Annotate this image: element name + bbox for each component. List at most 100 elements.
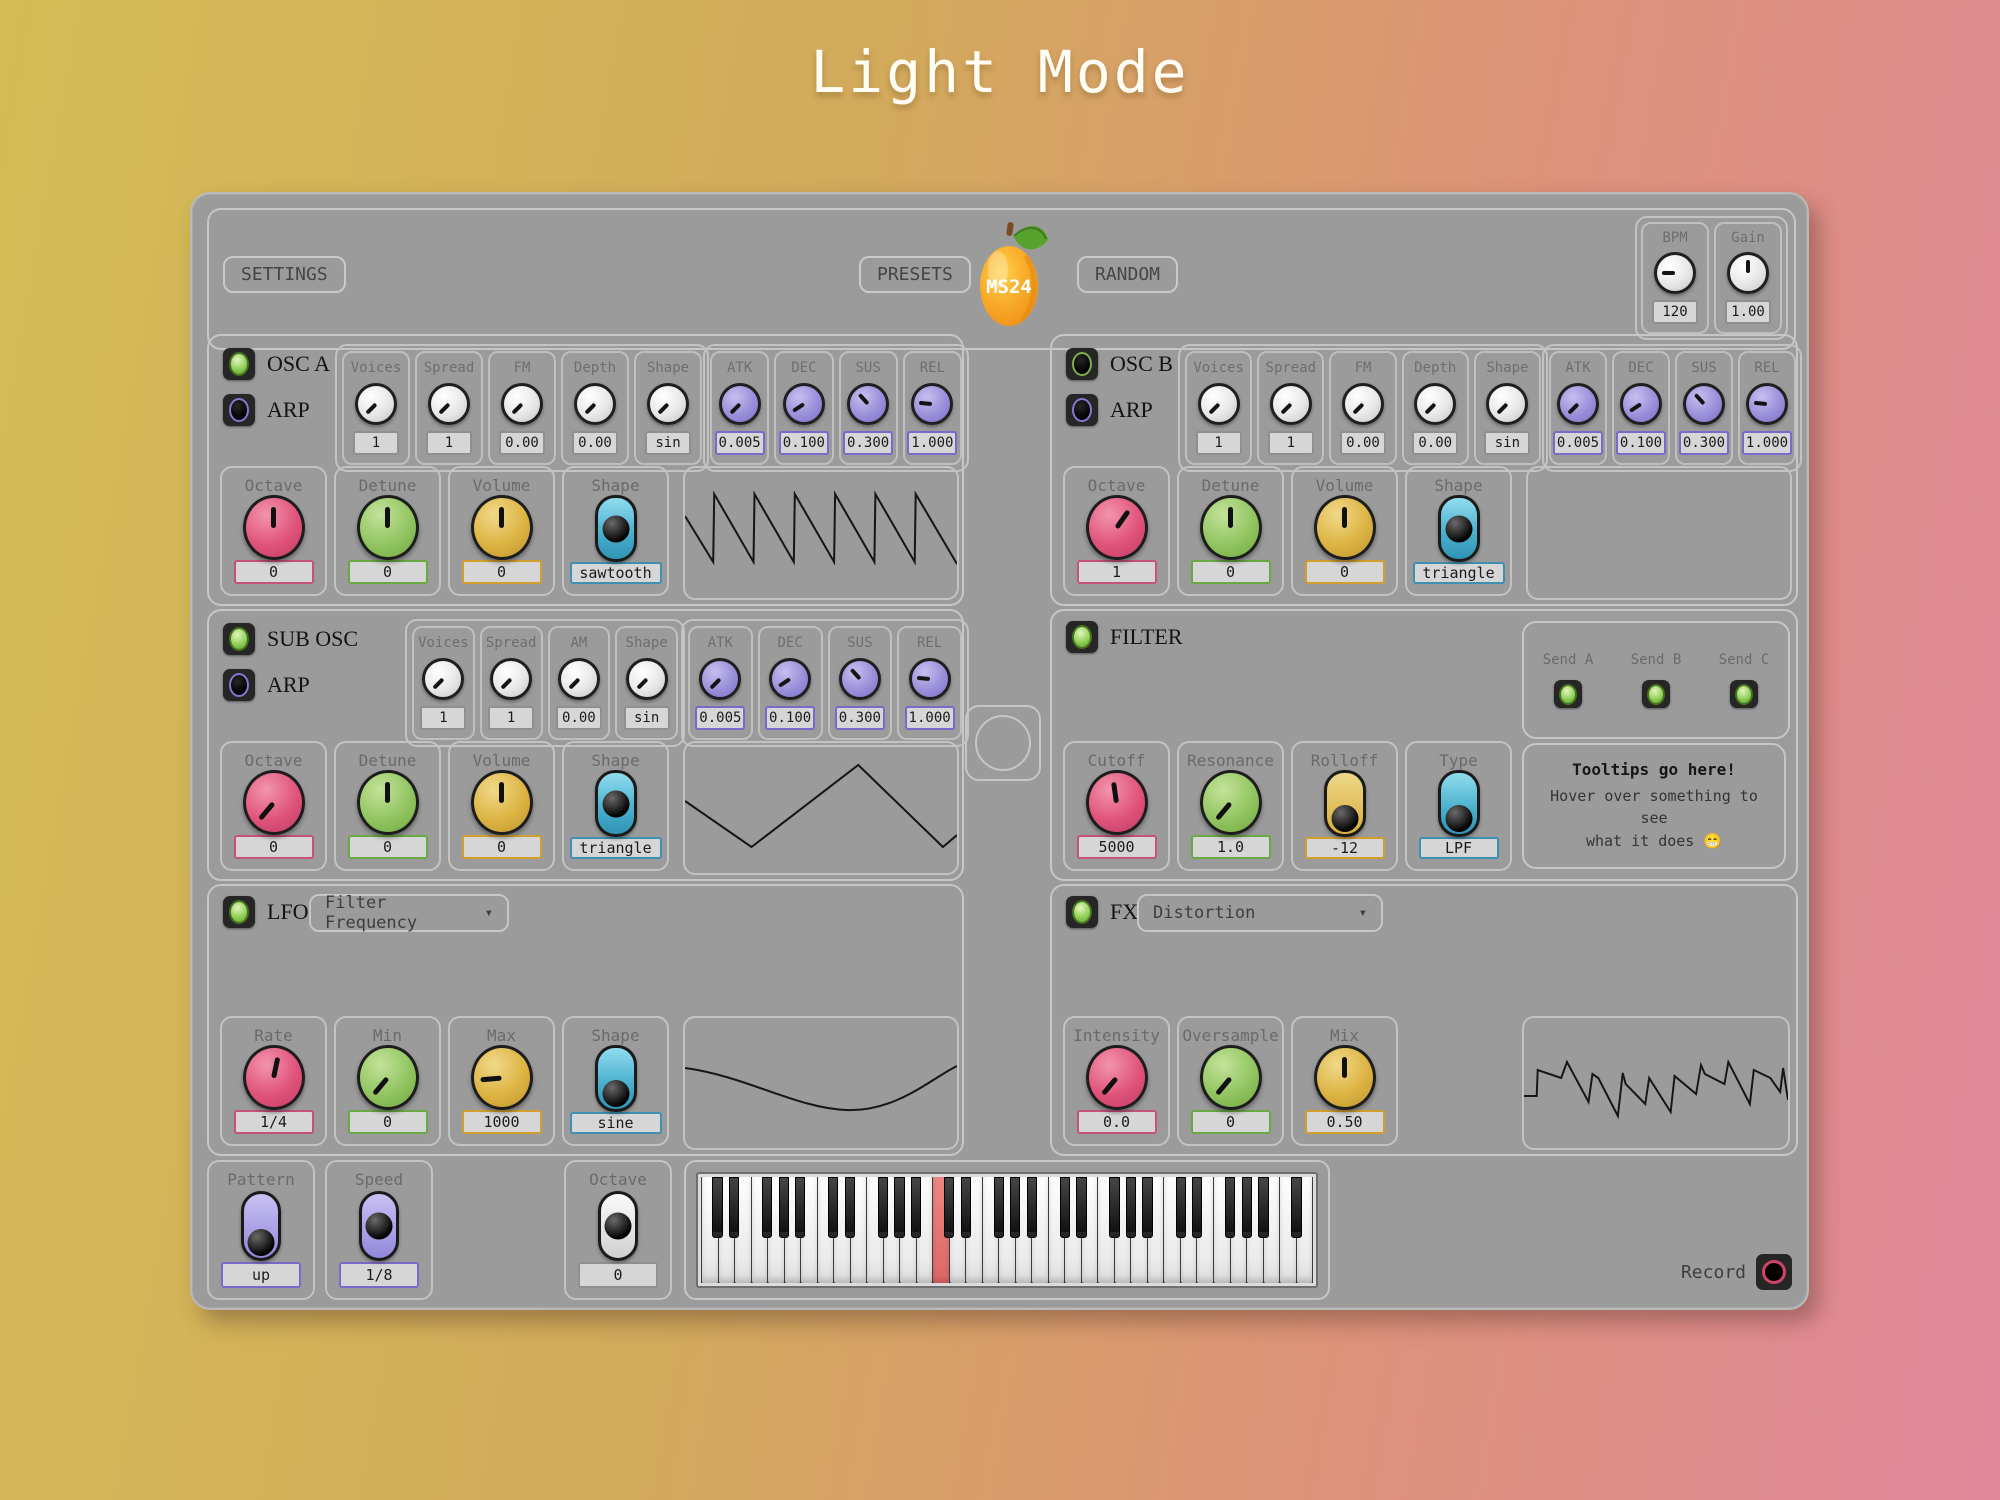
piano-black-key[interactable]	[994, 1177, 1004, 1238]
osc-b-shape-value[interactable]: triangle	[1413, 562, 1505, 584]
piano-black-key[interactable]	[1258, 1177, 1268, 1238]
sub-osc-shape-value[interactable]: triangle	[570, 837, 662, 859]
sub-osc-spread-value[interactable]: 1	[488, 706, 534, 730]
osc-b-octave-value[interactable]: 1	[1077, 560, 1157, 584]
filter-cutoff-knob[interactable]	[1086, 770, 1148, 835]
lfo-min-value[interactable]: 0	[348, 1110, 428, 1134]
presets-button[interactable]: PRESETS	[859, 256, 971, 293]
osc-b-shape-toggle[interactable]	[1438, 495, 1480, 562]
piano-black-key[interactable]	[1242, 1177, 1252, 1238]
osc-a-octave-knob[interactable]	[243, 495, 305, 560]
sub-osc-shape-toggle[interactable]	[595, 770, 637, 837]
bpm-value[interactable]: 120	[1652, 300, 1698, 324]
osc-a-rel-value[interactable]: 1.000	[907, 431, 957, 455]
sub-osc-mod-shape-value[interactable]: sin	[624, 706, 670, 730]
lfo-power-led[interactable]	[223, 896, 255, 928]
lfo-shape-value[interactable]: sine	[570, 1112, 662, 1134]
osc-a-spread-knob[interactable]	[428, 383, 470, 425]
sub-osc-volume-value[interactable]: 0	[462, 835, 542, 859]
filter-resonance-value[interactable]: 1.0	[1191, 835, 1271, 859]
lfo-min-knob[interactable]	[357, 1045, 419, 1110]
osc-a-voices-knob[interactable]	[355, 383, 397, 425]
fx-mix-value[interactable]: 0.50	[1305, 1110, 1385, 1134]
osc-b-voices-knob[interactable]	[1198, 383, 1240, 425]
sub-osc-am-value[interactable]: 0.00	[556, 706, 602, 730]
settings-button[interactable]: SETTINGS	[223, 256, 346, 293]
sub-osc-dec-knob[interactable]	[769, 658, 811, 700]
osc-b-spread-value[interactable]: 1	[1268, 431, 1314, 455]
osc-a-voices-value[interactable]: 1	[353, 431, 399, 455]
osc-a-atk-value[interactable]: 0.005	[715, 431, 765, 455]
filter-cutoff-value[interactable]: 5000	[1077, 835, 1157, 859]
piano-black-key[interactable]	[944, 1177, 954, 1238]
random-button[interactable]: RANDOM	[1077, 256, 1178, 293]
filter-rolloff-value[interactable]: -12	[1305, 837, 1385, 859]
sub-osc-atk-knob[interactable]	[699, 658, 741, 700]
record-button[interactable]	[1756, 1254, 1792, 1290]
piano-black-key[interactable]	[1291, 1177, 1301, 1238]
osc-b-octave-knob[interactable]	[1086, 495, 1148, 560]
bpm-knob[interactable]	[1654, 252, 1696, 294]
sub-osc-octave-value[interactable]: 0	[234, 835, 314, 859]
sub-osc-spread-knob[interactable]	[490, 658, 532, 700]
piano-black-key[interactable]	[1142, 1177, 1152, 1238]
filter-type-toggle[interactable]	[1438, 770, 1480, 837]
osc-b-atk-value[interactable]: 0.005	[1553, 431, 1603, 455]
fx-intensity-knob[interactable]	[1086, 1045, 1148, 1110]
osc-a-volume-knob[interactable]	[471, 495, 533, 560]
fx-effect-dropdown[interactable]: Distortion ▾	[1137, 894, 1383, 932]
piano-black-key[interactable]	[1060, 1177, 1070, 1238]
fx-oversample-value[interactable]: 0	[1191, 1110, 1271, 1134]
osc-b-mod-shape-value[interactable]: sin	[1484, 431, 1530, 455]
osc-a-spread-value[interactable]: 1	[426, 431, 472, 455]
sub-osc-detune-value[interactable]: 0	[348, 835, 428, 859]
sub-osc-detune-knob[interactable]	[357, 770, 419, 835]
keys-octave-value[interactable]: 0	[578, 1262, 658, 1288]
osc-a-power-led[interactable]	[223, 348, 255, 380]
osc-b-detune-knob[interactable]	[1200, 495, 1262, 560]
filter-power-led[interactable]	[1066, 621, 1098, 653]
piano-black-key[interactable]	[795, 1177, 805, 1238]
filter-resonance-knob[interactable]	[1200, 770, 1262, 835]
keys-octave-toggle[interactable]	[598, 1191, 638, 1261]
sub-osc-am-knob[interactable]	[558, 658, 600, 700]
osc-b-volume-knob[interactable]	[1314, 495, 1376, 560]
piano-black-key[interactable]	[828, 1177, 838, 1238]
piano-black-key[interactable]	[729, 1177, 739, 1238]
pattern-toggle[interactable]	[241, 1191, 281, 1261]
lfo-rate-value[interactable]: 1/4	[234, 1110, 314, 1134]
osc-a-atk-knob[interactable]	[719, 383, 761, 425]
sub-osc-volume-knob[interactable]	[471, 770, 533, 835]
sub-osc-arp-led[interactable]	[223, 669, 255, 701]
osc-b-arp-led[interactable]	[1066, 394, 1098, 426]
fx-mix-knob[interactable]	[1314, 1045, 1376, 1110]
piano-black-key[interactable]	[845, 1177, 855, 1238]
osc-a-detune-knob[interactable]	[357, 495, 419, 560]
piano-black-key[interactable]	[894, 1177, 904, 1238]
lfo-max-value[interactable]: 1000	[462, 1110, 542, 1134]
osc-a-shape-toggle[interactable]	[595, 495, 637, 562]
piano-black-key[interactable]	[1126, 1177, 1136, 1238]
sub-osc-atk-value[interactable]: 0.005	[695, 706, 745, 730]
center-pad[interactable]	[965, 705, 1041, 781]
osc-a-shape-value[interactable]: sawtooth	[570, 562, 662, 584]
sub-osc-mod-shape-knob[interactable]	[626, 658, 668, 700]
piano-black-key[interactable]	[1176, 1177, 1186, 1238]
sub-osc-power-led[interactable]	[223, 623, 255, 655]
osc-b-mod-shape-knob[interactable]	[1486, 383, 1528, 425]
sub-osc-voices-knob[interactable]	[422, 658, 464, 700]
speed-value[interactable]: 1/8	[339, 1262, 419, 1288]
osc-b-depth-value[interactable]: 0.00	[1412, 431, 1458, 455]
gain-value[interactable]: 1.00	[1725, 300, 1771, 324]
piano-black-key[interactable]	[1027, 1177, 1037, 1238]
osc-b-fm-knob[interactable]	[1342, 383, 1384, 425]
send-c-led[interactable]	[1730, 680, 1758, 708]
osc-b-dec-knob[interactable]	[1620, 383, 1662, 425]
sub-osc-voices-value[interactable]: 1	[420, 706, 466, 730]
osc-b-rel-value[interactable]: 1.000	[1742, 431, 1792, 455]
lfo-target-dropdown[interactable]: Filter Frequency ▾	[309, 894, 509, 932]
fx-oversample-knob[interactable]	[1200, 1045, 1262, 1110]
sub-osc-sus-value[interactable]: 0.300	[835, 706, 885, 730]
sub-osc-rel-knob[interactable]	[909, 658, 951, 700]
osc-a-arp-led[interactable]	[223, 394, 255, 426]
